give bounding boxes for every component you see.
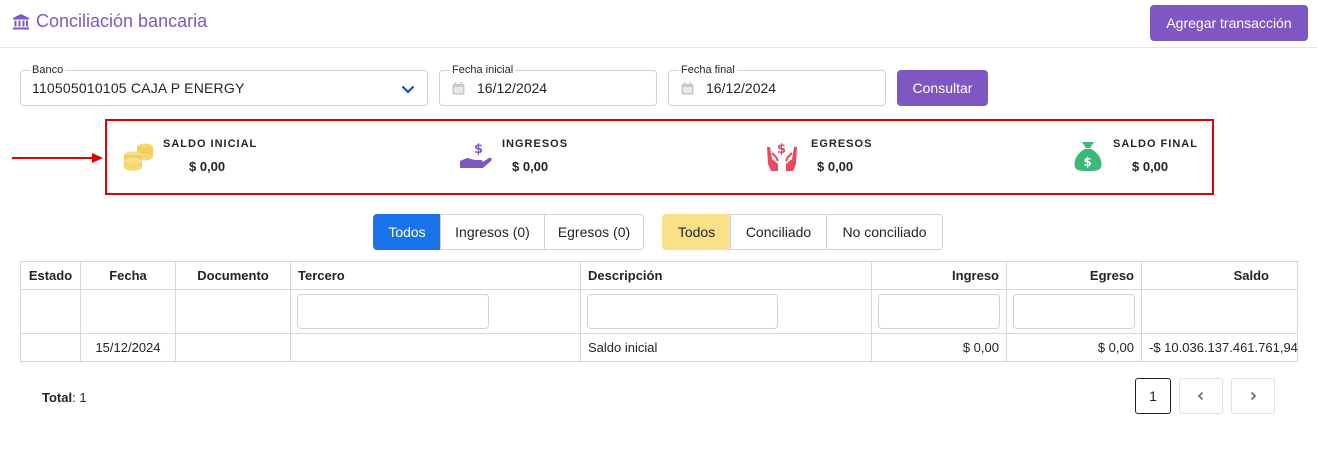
type-filter-all[interactable]: Todos [373,214,441,250]
column-header-fecha[interactable]: Fecha [80,261,176,290]
total-count: Total: 1 [42,390,87,405]
summary-value: $ 0,00 [189,159,226,174]
status-filter-all[interactable]: Todos [662,214,731,250]
status-filter-reconciled[interactable]: Conciliado [730,214,827,250]
egreso-filter-input[interactable] [1013,294,1135,329]
svg-text:$: $ [777,142,786,157]
svg-text:$: $ [1084,155,1092,169]
summary-panel: SALDO INICIAL $ 0,00 $ INGRESOS $ 0,00 $… [105,119,1214,195]
total-label: Total [42,390,73,405]
query-button[interactable]: Consultar [897,70,988,106]
prev-page-button[interactable] [1179,378,1223,414]
column-header-descripcion[interactable]: Descripción [580,261,872,290]
cell-ingreso: $ 0,00 [871,333,1007,362]
money-bag-icon: $ [1074,142,1102,171]
summary-label: SALDO INICIAL [163,138,258,150]
column-header-tercero[interactable]: Tercero [290,261,581,290]
start-date-label: Fecha inicial [450,64,516,76]
filter-cell-ingreso [871,289,1007,334]
column-header-documento[interactable]: Documento [175,261,291,290]
page-title: Conciliación bancaria [12,11,207,32]
cell-documento [175,333,291,362]
next-page-button[interactable] [1231,378,1275,414]
type-filter-income[interactable]: Ingresos (0) [440,214,545,250]
summary-value: $ 0,00 [1132,159,1169,174]
filter-cell-egreso [1006,289,1142,334]
page-button-current[interactable]: 1 [1135,378,1171,414]
summary-label: SALDO FINAL [1113,138,1198,150]
table-filter-row [20,289,1298,334]
total-value: : 1 [72,390,87,405]
status-filter-group: Todos Conciliado No conciliado [662,214,943,250]
summary-value: $ 0,00 [817,159,854,174]
transactions-table: Estado Fecha Documento Tercero Descripci… [20,261,1298,362]
cell-descripcion: Saldo inicial [580,333,872,362]
column-header-estado[interactable]: Estado [20,261,81,290]
filter-cell-tercero [290,289,581,334]
table-row[interactable]: 15/12/2024 Saldo inicial $ 0,00 $ 0,00 -… [20,333,1298,362]
status-filter-unreconciled[interactable]: No conciliado [826,214,943,250]
summary-expenses: $ EGRESOS $ 0,00 [765,121,965,193]
arrow-annotation-icon [12,153,103,163]
chevron-left-icon [1197,391,1204,401]
top-bar: Conciliación bancaria Agregar transacció… [0,0,1317,48]
svg-text:$: $ [474,142,483,157]
filter-cell-empty [80,289,176,334]
filter-cell-empty [1141,289,1298,334]
bank-select-value: 110505010105 CAJA P ENERGY [32,80,245,96]
chevron-down-icon [401,85,415,94]
tercero-filter-input[interactable] [297,294,489,329]
cell-fecha: 15/12/2024 [80,333,176,362]
filter-cell-descripcion [580,289,872,334]
page-title-text: Conciliación bancaria [36,11,208,31]
filter-cell-empty [175,289,291,334]
summary-label: EGRESOS [811,138,873,150]
column-header-egreso[interactable]: Egreso [1006,261,1142,290]
type-filter-expenses[interactable]: Egresos (0) [544,214,644,250]
type-filter-group: Todos Ingresos (0) Egresos (0) [373,214,644,250]
bank-select[interactable]: 110505010105 CAJA P ENERGY [20,70,428,106]
column-header-ingreso[interactable]: Ingreso [871,261,1007,290]
filter-cell-empty [20,289,81,334]
coins-icon [124,143,153,171]
start-date-value: 16/12/2024 [477,80,548,96]
table-header-row: Estado Fecha Documento Tercero Descripci… [20,261,1298,290]
summary-value: $ 0,00 [512,159,549,174]
descripcion-filter-input[interactable] [587,294,778,329]
end-date-label: Fecha final [679,64,737,76]
cell-saldo: -$ 10.036.137.461.761,94 [1141,333,1298,362]
cell-estado [20,333,81,362]
bank-icon [13,13,29,29]
ingreso-filter-input[interactable] [878,294,1000,329]
summary-income: $ INGRESOS $ 0,00 [459,121,659,193]
chevron-right-icon [1250,391,1257,401]
summary-final-balance: $ SALDO FINAL $ 0,00 [1071,121,1211,193]
hand-money-icon: $ [460,142,492,168]
cell-tercero [290,333,581,362]
bank-label: Banco [30,64,66,76]
hands-money-icon: $ [767,142,797,171]
cell-egreso: $ 0,00 [1006,333,1142,362]
summary-initial-balance: SALDO INICIAL $ 0,00 [121,121,321,193]
calendar-icon [681,81,694,94]
end-date-value: 16/12/2024 [706,80,777,96]
summary-label: INGRESOS [502,138,569,150]
calendar-icon [452,81,465,94]
column-header-saldo[interactable]: Saldo [1141,261,1298,290]
add-transaction-button[interactable]: Agregar transacción [1150,5,1308,41]
